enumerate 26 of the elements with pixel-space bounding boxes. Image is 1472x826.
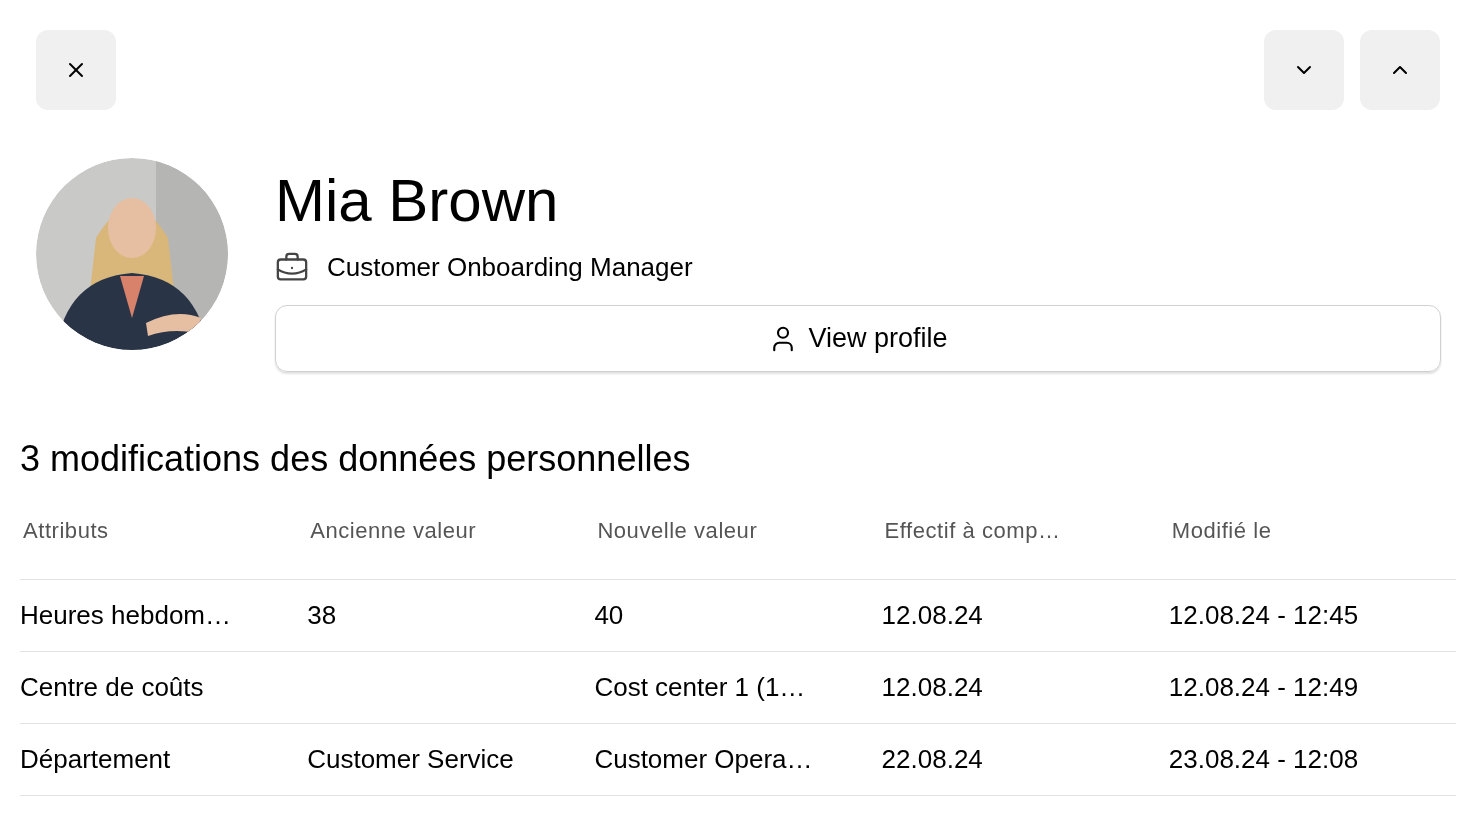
table-cell: 12.08.24 [881, 600, 983, 630]
table-cell: Cost center 1 (1… [594, 672, 806, 702]
table-cell: 40 [594, 600, 624, 630]
column-header: Ancienne valeur [309, 517, 478, 545]
table-cell: 12.08.24 [881, 672, 983, 702]
table-cell: Customer Opera… [594, 744, 813, 774]
person-name: Mia Brown [275, 166, 560, 236]
table-cell: 22.08.24 [881, 744, 983, 774]
next-button[interactable] [1264, 30, 1344, 110]
section-title: 3 modifications des données personnelles [20, 437, 692, 481]
table-cell: 12.08.24 - 12:49 [1168, 672, 1359, 702]
table-cell: Customer Service [307, 744, 514, 774]
table-cell: 23.08.24 - 12:08 [1168, 744, 1359, 774]
table-cell: 12.08.24 - 12:45 [1168, 600, 1359, 630]
job-title: Customer Onboarding Manager [327, 251, 693, 284]
table-cell: Centre de coûts [20, 672, 204, 702]
column-header: Modifié le [1170, 517, 1273, 545]
table-cell: Département [20, 744, 171, 774]
close-button[interactable] [36, 30, 116, 110]
column-header: Attributs [22, 517, 110, 545]
previous-button[interactable] [1360, 30, 1440, 110]
table-cell: Heures hebdom… [20, 600, 231, 630]
view-profile-button[interactable]: View profile [275, 305, 1441, 372]
column-header: Effectif à comp… [883, 517, 1062, 545]
column-header: Nouvelle valeur [596, 517, 759, 545]
table-cell: 38 [307, 600, 337, 630]
